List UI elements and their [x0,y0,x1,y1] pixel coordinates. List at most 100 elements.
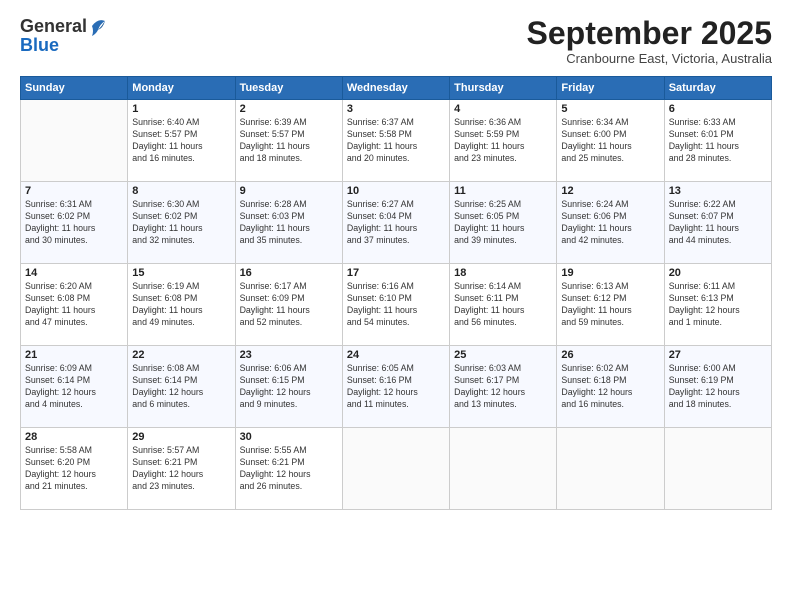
day-info: Sunrise: 6:39 AMSunset: 5:57 PMDaylight:… [240,117,338,165]
day-info: Sunrise: 6:27 AMSunset: 6:04 PMDaylight:… [347,199,445,247]
day-cell: 1 Sunrise: 6:40 AMSunset: 5:57 PMDaylight… [128,100,235,182]
day-info: Sunrise: 5:55 AMSunset: 6:21 PMDaylight:… [240,445,338,493]
logo-bird-icon [88,16,106,38]
header-tuesday: Tuesday [235,77,342,100]
day-cell: 22 Sunrise: 6:08 AMSunset: 6:14 PMDayligh… [128,346,235,428]
day-info: Sunrise: 6:28 AMSunset: 6:03 PMDaylight:… [240,199,338,247]
day-info: Sunrise: 6:08 AMSunset: 6:14 PMDaylight:… [132,363,230,411]
day-number: 23 [240,349,338,361]
day-number: 29 [132,431,230,443]
day-cell: 26Sunrise: 6:02 AMSunset: 6:18 PMDayligh… [557,346,664,428]
day-cell: 4 Sunrise: 6:36 AMSunset: 5:59 PMDaylight… [450,100,557,182]
week-row-4: 21Sunrise: 6:09 AMSunset: 6:14 PMDayligh… [21,346,772,428]
day-cell: 14Sunrise: 6:20 AMSunset: 6:08 PMDayligh… [21,264,128,346]
day-cell: 10 Sunrise: 6:27 AMSunset: 6:04 PMDayligh… [342,182,449,264]
day-cell: 17 Sunrise: 6:16 AMSunset: 6:10 PMDayligh… [342,264,449,346]
day-cell: 20Sunrise: 6:11 AMSunset: 6:13 PMDayligh… [664,264,771,346]
day-cell: 2 Sunrise: 6:39 AMSunset: 5:57 PMDaylight… [235,100,342,182]
day-cell: 19 Sunrise: 6:13 AMSunset: 6:12 PMDayligh… [557,264,664,346]
calendar-table: Sunday Monday Tuesday Wednesday Thursday… [20,76,772,510]
day-number: 11 [454,185,552,197]
day-info: Sunrise: 6:25 AMSunset: 6:05 PMDaylight:… [454,199,552,247]
week-row-5: 28 Sunrise: 5:58 AMSunset: 6:20 PMDayligh… [21,428,772,510]
day-info: Sunrise: 6:22 AMSunset: 6:07 PMDaylight:… [669,199,767,247]
day-number: 1 [132,103,230,115]
day-info: Sunrise: 6:16 AMSunset: 6:10 PMDaylight:… [347,281,445,329]
day-info: Sunrise: 6:30 AMSunset: 6:02 PMDaylight:… [132,199,230,247]
weekday-header-row: Sunday Monday Tuesday Wednesday Thursday… [21,77,772,100]
day-cell [450,428,557,510]
day-info: Sunrise: 5:57 AMSunset: 6:21 PMDaylight:… [132,445,230,493]
day-cell: 25 Sunrise: 6:03 AMSunset: 6:17 PMDayligh… [450,346,557,428]
header-monday: Monday [128,77,235,100]
month-title: September 2025 [527,16,772,51]
day-info: Sunrise: 6:40 AMSunset: 5:57 PMDaylight:… [132,117,230,165]
day-cell: 13 Sunrise: 6:22 AMSunset: 6:07 PMDayligh… [664,182,771,264]
day-number: 19 [561,267,659,279]
day-number: 10 [347,185,445,197]
location-subtitle: Cranbourne East, Victoria, Australia [527,51,772,66]
day-info: Sunrise: 6:05 AMSunset: 6:16 PMDaylight:… [347,363,445,411]
header-friday: Friday [557,77,664,100]
day-number: 2 [240,103,338,115]
day-info: Sunrise: 6:31 AMSunset: 6:02 PMDaylight:… [25,199,123,247]
day-number: 25 [454,349,552,361]
week-row-1: 1 Sunrise: 6:40 AMSunset: 5:57 PMDaylight… [21,100,772,182]
day-cell: 24 Sunrise: 6:05 AMSunset: 6:16 PMDayligh… [342,346,449,428]
logo-general: General [20,17,87,37]
day-info: Sunrise: 6:03 AMSunset: 6:17 PMDaylight:… [454,363,552,411]
day-info: Sunrise: 6:02 AMSunset: 6:18 PMDaylight:… [561,363,659,411]
day-number: 15 [132,267,230,279]
header-saturday: Saturday [664,77,771,100]
day-cell: 9 Sunrise: 6:28 AMSunset: 6:03 PMDaylight… [235,182,342,264]
day-cell: 12 Sunrise: 6:24 AMSunset: 6:06 PMDayligh… [557,182,664,264]
day-cell: 21Sunrise: 6:09 AMSunset: 6:14 PMDayligh… [21,346,128,428]
day-number: 30 [240,431,338,443]
day-cell: 18 Sunrise: 6:14 AMSunset: 6:11 PMDayligh… [450,264,557,346]
day-number: 21 [25,349,123,361]
day-number: 6 [669,103,767,115]
day-number: 5 [561,103,659,115]
day-number: 9 [240,185,338,197]
day-info: Sunrise: 6:14 AMSunset: 6:11 PMDaylight:… [454,281,552,329]
header-sunday: Sunday [21,77,128,100]
day-info: Sunrise: 5:58 AMSunset: 6:20 PMDaylight:… [25,445,123,493]
day-info: Sunrise: 6:19 AMSunset: 6:08 PMDaylight:… [132,281,230,329]
day-info: Sunrise: 6:37 AMSunset: 5:58 PMDaylight:… [347,117,445,165]
day-cell: 23 Sunrise: 6:06 AMSunset: 6:15 PMDayligh… [235,346,342,428]
day-number: 3 [347,103,445,115]
day-cell: 28 Sunrise: 5:58 AMSunset: 6:20 PMDayligh… [21,428,128,510]
day-info: Sunrise: 6:06 AMSunset: 6:15 PMDaylight:… [240,363,338,411]
header-thursday: Thursday [450,77,557,100]
day-number: 13 [669,185,767,197]
day-number: 18 [454,267,552,279]
day-number: 22 [132,349,230,361]
day-number: 12 [561,185,659,197]
day-info: Sunrise: 6:17 AMSunset: 6:09 PMDaylight:… [240,281,338,329]
day-number: 16 [240,267,338,279]
day-number: 28 [25,431,123,443]
day-cell: 15 Sunrise: 6:19 AMSunset: 6:08 PMDayligh… [128,264,235,346]
day-info: Sunrise: 6:13 AMSunset: 6:12 PMDaylight:… [561,281,659,329]
day-number: 24 [347,349,445,361]
day-number: 17 [347,267,445,279]
day-cell: 27Sunrise: 6:00 AMSunset: 6:19 PMDayligh… [664,346,771,428]
day-info: Sunrise: 6:24 AMSunset: 6:06 PMDaylight:… [561,199,659,247]
day-number: 4 [454,103,552,115]
header: General Blue September 2025 Cranbourne E… [20,16,772,66]
day-cell [557,428,664,510]
day-cell [21,100,128,182]
day-cell: 6Sunrise: 6:33 AMSunset: 6:01 PMDaylight… [664,100,771,182]
logo-blue: Blue [20,36,59,56]
week-row-2: 7Sunrise: 6:31 AMSunset: 6:02 PMDaylight… [21,182,772,264]
day-info: Sunrise: 6:20 AMSunset: 6:08 PMDaylight:… [25,281,123,329]
day-number: 8 [132,185,230,197]
day-info: Sunrise: 6:36 AMSunset: 5:59 PMDaylight:… [454,117,552,165]
day-info: Sunrise: 6:34 AMSunset: 6:00 PMDaylight:… [561,117,659,165]
calendar-page: General Blue September 2025 Cranbourne E… [0,0,792,612]
day-cell: 5 Sunrise: 6:34 AMSunset: 6:00 PMDaylight… [557,100,664,182]
day-cell [664,428,771,510]
day-cell: 29 Sunrise: 5:57 AMSunset: 6:21 PMDayligh… [128,428,235,510]
day-cell: 7Sunrise: 6:31 AMSunset: 6:02 PMDaylight… [21,182,128,264]
day-cell: 8 Sunrise: 6:30 AMSunset: 6:02 PMDaylight… [128,182,235,264]
